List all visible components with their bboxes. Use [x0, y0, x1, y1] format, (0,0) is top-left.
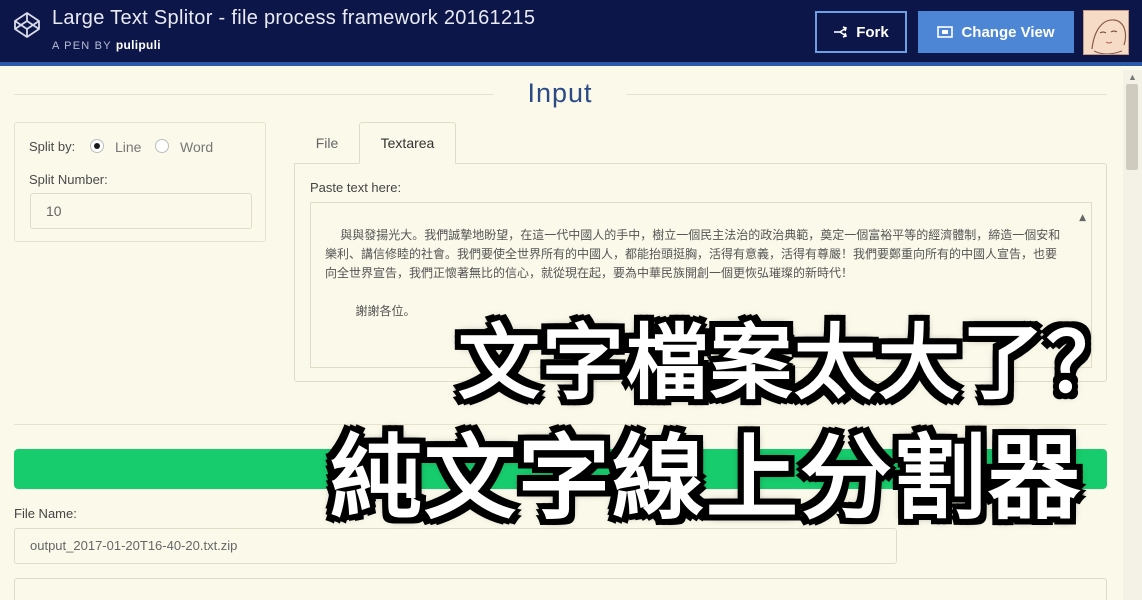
paste-text-label: Paste text here: — [310, 180, 402, 195]
pen-by-prefix: A PEN BY — [52, 40, 112, 52]
pen-title: Large Text Splitor - file process framew… — [52, 7, 536, 29]
fork-button[interactable]: Fork — [815, 11, 907, 53]
split-by-word-label[interactable]: Word — [180, 139, 213, 155]
split-by-line-label[interactable]: Line — [115, 139, 141, 155]
split-by-line-radio[interactable] — [90, 139, 104, 153]
scroll-up-icon[interactable]: ▲ — [1128, 72, 1137, 82]
overlay-headline-2: 純文字線上分割器 — [330, 425, 1083, 532]
pen-author-link[interactable]: pulipuli — [116, 38, 161, 52]
split-by-word-radio[interactable] — [155, 139, 169, 153]
input-section-title: Input — [527, 78, 593, 108]
layout-icon — [937, 26, 954, 38]
split-options-panel: Split by: Line Word Split Number: 10 — [14, 122, 266, 242]
split-number-input[interactable]: 10 — [30, 193, 252, 229]
section-divider-right — [626, 94, 1107, 95]
codepen-header: Large Text Splitor - file process framew… — [0, 0, 1142, 66]
fork-label: Fork — [856, 23, 889, 41]
user-avatar[interactable] — [1083, 10, 1129, 55]
textarea-scroll-up-icon[interactable]: ▲ — [1079, 209, 1086, 228]
tab-file[interactable]: File — [296, 122, 358, 164]
change-view-label: Change View — [961, 23, 1055, 41]
section-divider-left — [14, 94, 494, 95]
file-name-label: File Name: — [14, 506, 77, 521]
fork-icon — [834, 26, 848, 38]
change-view-button[interactable]: Change View — [918, 11, 1074, 53]
scrollbar-thumb[interactable] — [1126, 84, 1138, 170]
output-panel — [14, 578, 1107, 600]
codepen-logo-icon[interactable] — [12, 10, 42, 40]
split-number-label: Split Number: — [29, 172, 108, 187]
overlay-headline-1: 文字檔案太大了？ — [458, 316, 1131, 411]
split-by-label: Split by: — [29, 139, 76, 154]
tab-textarea[interactable]: Textarea — [359, 122, 456, 164]
pen-author-line: A PEN BY pulipuli — [52, 38, 161, 52]
